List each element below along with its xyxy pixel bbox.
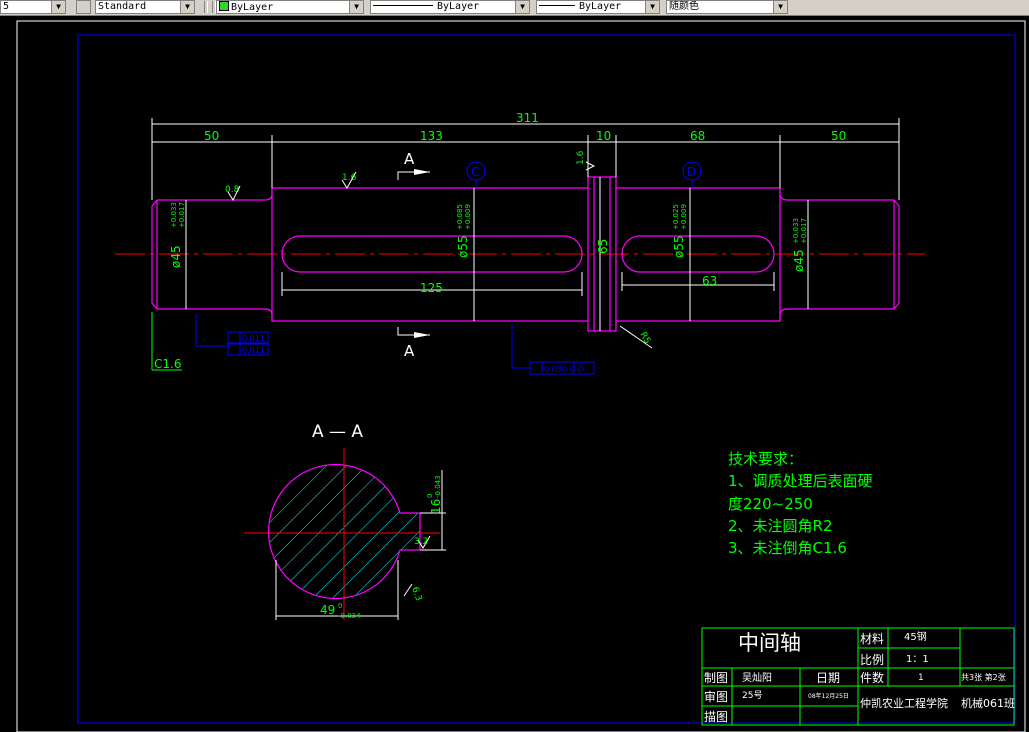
material-label: 材料 (860, 632, 884, 646)
notes-line-3: 2、未注圆角R2 (728, 517, 833, 535)
tol-phi55-left-up: +0.085 (456, 204, 464, 230)
linetype-dropdown[interactable]: ByLayer ▼ (370, 0, 530, 14)
tol-phi55-right-dn: +0.009 (680, 204, 688, 230)
tol-49-up: 0 (338, 602, 342, 610)
section-arrow-top-icon (414, 169, 430, 175)
rotated-dimension-texts: ø45 +0.033 +0.017 ø55 +0.085 +0.009 ø55 … (169, 150, 808, 345)
tol-16-dn: -0.043 (434, 475, 442, 498)
section-title: A — A (312, 422, 363, 442)
dim-16: 16 (429, 499, 443, 514)
technical-notes: 技术要求： 1、调质处理后表面硬 度220~250 2、未注圆角R2 3、未注倒… (728, 450, 873, 557)
dim-133: 133 (420, 129, 443, 143)
linetype-value: ByLayer (437, 1, 480, 12)
chevron-down-icon[interactable]: ▼ (51, 1, 65, 13)
datum-c-label: C (471, 165, 479, 179)
dim-style-dropdown[interactable]: 5 ▼ (0, 0, 66, 14)
section-view (244, 448, 440, 620)
chevron-down-icon[interactable]: ▼ (349, 1, 363, 13)
dim-phi55-right: ø55 (672, 235, 686, 258)
properties-toolbar: 5 ▼ Standard ▼ ByLayer ▼ ByLayer ▼ ByLayer ▼ … (0, 0, 1029, 16)
dim-50-left: 50 (204, 129, 219, 143)
dim-50-right: 50 (831, 129, 846, 143)
dim-10: 10 (596, 129, 611, 143)
traced-label: 描图 (704, 710, 728, 724)
color-value: ByLayer (231, 2, 274, 13)
dimension-lines (151, 118, 900, 331)
scale-value: 1：1 (906, 654, 929, 665)
plot-style-dropdown[interactable]: 随颜色 ▼ (666, 0, 788, 14)
lineweight-preview-icon (539, 5, 575, 6)
checked-value: 25号 (742, 690, 762, 701)
tol-phi45-left-up: +0.033 (170, 202, 178, 228)
lineweight-dropdown[interactable]: ByLayer ▼ (536, 0, 660, 14)
chevron-down-icon[interactable]: ▼ (515, 1, 529, 13)
tol-phi55-right-up: +0.025 (672, 204, 680, 230)
notes-title: 技术要求： (728, 450, 803, 468)
tolerance-frames (195, 314, 595, 375)
class-name: 机械061班 (961, 696, 1015, 710)
dim-style-value: 5 (3, 1, 10, 12)
rough-08: 0.8 (225, 185, 240, 195)
section-rough-63: 6.3 (409, 586, 423, 603)
date-value: 08年12月25日 (808, 692, 849, 700)
drawn-label: 制图 (704, 671, 728, 685)
dim-68: 68 (690, 129, 705, 143)
scale-label: 比例 (860, 653, 884, 667)
notes-line-2: 度220~250 (728, 495, 813, 513)
lineweight-value: ByLayer (579, 1, 622, 12)
dim-overall: 311 (516, 111, 539, 125)
chevron-down-icon[interactable]: ▼ (180, 1, 194, 13)
dim-phi45-left: ø45 (169, 245, 183, 268)
tol-phi55-left-dn: +0.009 (464, 204, 472, 230)
rough-16b: 1.6 (576, 150, 586, 165)
outer-sheet-frame (16, 20, 1026, 732)
dim-49: 49 (320, 603, 335, 617)
tol-phi45-right-up: +0.033 (792, 218, 800, 244)
qty-value: 1 (918, 673, 924, 683)
text-style-dropdown[interactable]: Standard ▼ (95, 0, 195, 14)
qty-label: 件数 (860, 670, 884, 685)
tol-16-up: 0 (426, 494, 434, 498)
section-arrow-bottom-icon (414, 332, 430, 338)
drawing-canvas[interactable]: 311 50 133 10 68 50 125 63 C1.6 0.8 1.6 … (0, 15, 1029, 732)
school-name: 仲凯农业工程学院 (860, 696, 948, 710)
material-value: 45钢 (904, 630, 927, 643)
title-block-texts: 中间轴 材料 45钢 比例 1：1 件数 1 共3张 第2张 制图 吴灿阳 日期… (704, 630, 1015, 724)
date-label: 日期 (816, 671, 840, 685)
checked-label: 审图 (704, 689, 728, 704)
drawn-value: 吴灿阳 (742, 671, 772, 684)
dim-chamfer: C1.6 (154, 357, 181, 371)
section-label-bottom: A (404, 342, 415, 360)
datum-d-label: D (687, 165, 696, 179)
chevron-down-icon[interactable]: ▼ (773, 1, 787, 13)
tol-phi45-right-dn: +0.017 (800, 218, 808, 244)
tol-phi45-left-dn: +0.017 (178, 202, 186, 228)
notes-line-4: 3、未注倒角C1.6 (728, 539, 847, 557)
linetype-preview-icon (373, 5, 433, 6)
tol-49-dn: -0.034 (338, 612, 361, 620)
text-style-value: Standard (98, 1, 147, 12)
toolbar-separator (204, 1, 208, 13)
chevron-down-icon[interactable]: ▼ (645, 1, 659, 13)
section-rough-32: 3.2 (414, 537, 428, 547)
tol-box-3-value: 0.030 C-D (544, 365, 584, 374)
text-style-icon[interactable] (76, 0, 91, 14)
dim-phi55-left: ø55 (456, 235, 470, 258)
tol-box-2-value: 0.011 (242, 346, 265, 355)
tol-box-1-value: 0.011 (242, 334, 265, 343)
plot-style-value: 随颜色 (669, 1, 699, 12)
sheet-info: 共3张 第2张 (961, 672, 1006, 682)
part-name: 中间轴 (738, 631, 801, 655)
dim-phi45-right: ø45 (792, 249, 806, 272)
dim-65: 65 (596, 239, 610, 254)
color-swatch-icon (219, 1, 229, 11)
notes-line-1: 1、调质处理后表面硬 (728, 472, 873, 490)
dim-125: 125 (420, 281, 443, 295)
section-label-top: A (404, 150, 415, 168)
dim-63: 63 (702, 274, 717, 288)
color-dropdown[interactable]: ByLayer ▼ (216, 0, 364, 14)
